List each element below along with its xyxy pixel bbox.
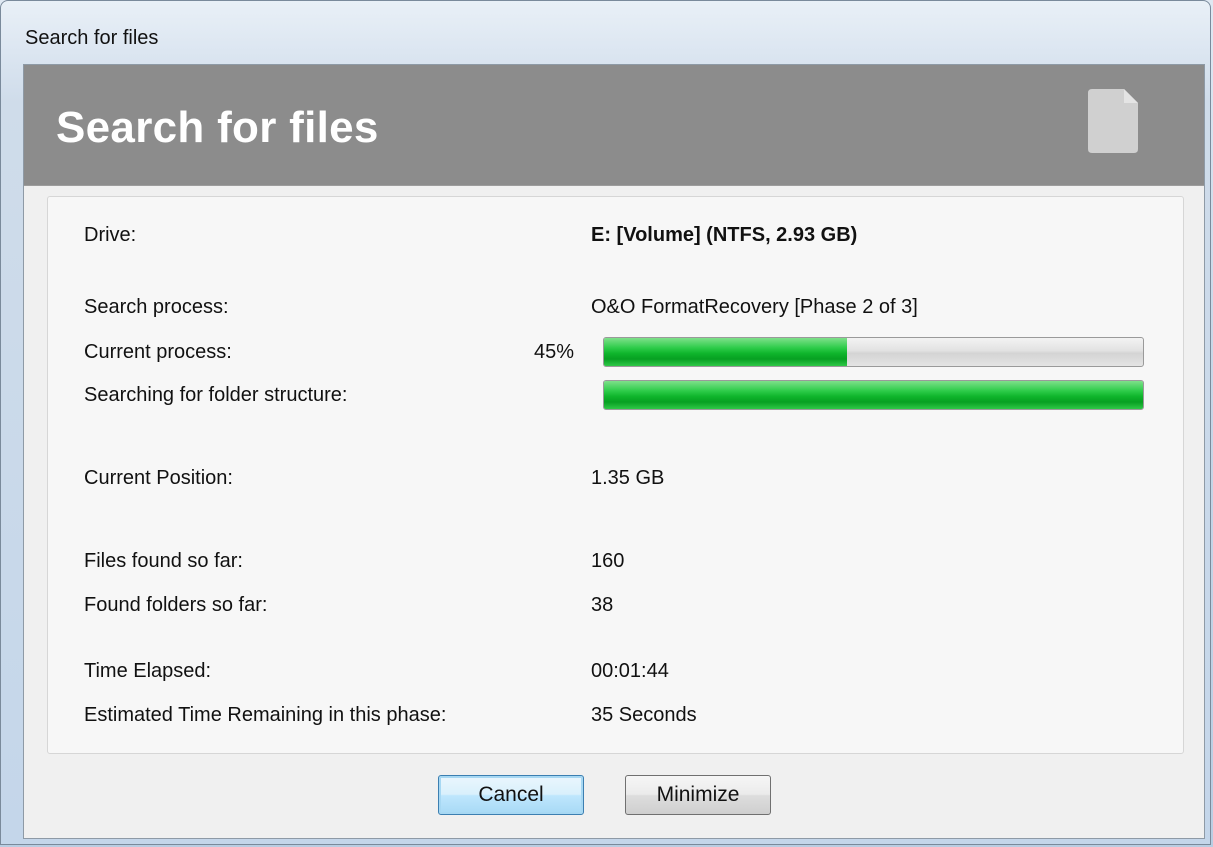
search-process-row: Search process: O&O FormatRecovery [Phas… bbox=[48, 292, 1183, 322]
dialog-client-area: Search for files Drive: E: [Volume] (NTF… bbox=[23, 64, 1205, 839]
folder-structure-label: Searching for folder structure: bbox=[84, 384, 348, 406]
files-found-row: Files found so far: 160 bbox=[48, 546, 1183, 576]
current-position-row: Current Position: 1.35 GB bbox=[48, 463, 1183, 493]
drive-label: Drive: bbox=[84, 224, 137, 246]
current-process-label: Current process: bbox=[84, 341, 232, 363]
time-remaining-row: Estimated Time Remaining in this phase: … bbox=[48, 700, 1183, 730]
cancel-button[interactable]: Cancel bbox=[438, 775, 584, 815]
current-process-progress-fill bbox=[604, 338, 847, 366]
current-position-label: Current Position: bbox=[84, 467, 233, 489]
current-position-value: 1.35 GB bbox=[591, 467, 665, 489]
folders-found-label: Found folders so far: bbox=[84, 594, 268, 616]
time-elapsed-value: 00:01:44 bbox=[591, 660, 669, 682]
folders-found-row: Found folders so far: 38 bbox=[48, 590, 1183, 620]
minimize-button[interactable]: Minimize bbox=[625, 775, 771, 815]
document-icon bbox=[1088, 89, 1138, 153]
drive-value: E: [Volume] (NTFS, 2.93 GB) bbox=[591, 224, 858, 246]
current-process-row: Current process: 45% bbox=[48, 337, 1183, 367]
search-dialog-window: Search for files Search for files Drive:… bbox=[0, 0, 1211, 845]
time-remaining-label: Estimated Time Remaining in this phase: bbox=[84, 704, 447, 726]
current-process-percent: 45% bbox=[533, 341, 574, 363]
files-found-value: 160 bbox=[591, 550, 625, 572]
search-process-label: Search process: bbox=[84, 296, 229, 318]
folder-structure-row: Searching for folder structure: bbox=[48, 380, 1183, 410]
time-elapsed-row: Time Elapsed: 00:01:44 bbox=[48, 656, 1183, 686]
folder-structure-progress-fill bbox=[604, 381, 1143, 409]
title-bar[interactable]: Search for files bbox=[1, 1, 1210, 65]
status-panel: Drive: E: [Volume] (NTFS, 2.93 GB) Searc… bbox=[47, 196, 1184, 754]
time-remaining-value: 35 Seconds bbox=[591, 704, 697, 726]
window-title: Search for files bbox=[25, 27, 159, 49]
folder-structure-progress-bar bbox=[603, 380, 1144, 410]
search-process-value: O&O FormatRecovery [Phase 2 of 3] bbox=[591, 296, 918, 318]
time-elapsed-label: Time Elapsed: bbox=[84, 660, 212, 682]
header-banner: Search for files bbox=[24, 65, 1204, 186]
dialog-footer: Cancel Minimize bbox=[24, 765, 1204, 825]
current-process-progress-bar bbox=[603, 337, 1144, 367]
files-found-label: Files found so far: bbox=[84, 550, 243, 572]
drive-row: Drive: E: [Volume] (NTFS, 2.93 GB) bbox=[48, 220, 1183, 250]
folders-found-value: 38 bbox=[591, 594, 614, 616]
banner-title: Search for files bbox=[56, 103, 379, 152]
